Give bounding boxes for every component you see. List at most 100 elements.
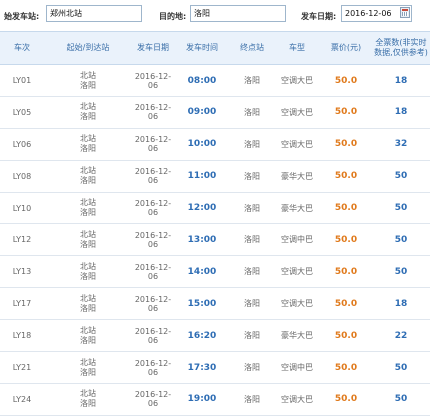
ticket-price: 50.0: [334, 75, 358, 86]
from-station-input[interactable]: [46, 5, 142, 22]
bus-code: LY13: [12, 267, 32, 277]
ticket-price: 50.0: [334, 266, 358, 277]
departure-date: 2016-12-06: [134, 326, 172, 345]
bus-type: 空调大巴: [281, 139, 313, 149]
bus-code: LY24: [12, 394, 32, 404]
arrival-station: 洛阳: [80, 239, 96, 249]
seat-count: 18: [394, 298, 408, 309]
origin-station: 北站: [80, 293, 96, 303]
seat-count: 50: [394, 203, 408, 214]
departure-time: 14:00: [187, 266, 217, 277]
terminal-station: 洛阳: [244, 203, 260, 213]
bus-code: LY10: [12, 203, 32, 213]
departure-date: 2016-12-06: [134, 103, 172, 122]
departure-time: 08:00: [187, 75, 217, 86]
departure-date: 2016-12-06: [134, 390, 172, 409]
bus-code: LY08: [12, 171, 32, 181]
departure-time: 12:00: [187, 203, 217, 214]
table-header: 车次 起始/到达站 发车日期 发车时间 终点站 车型 票价(元) 全票数(非实时…: [0, 31, 430, 65]
table-row[interactable]: LY21 北站 洛阳 2016-12-06 17:30 洛阳 空调中巴 50.0 …: [0, 352, 430, 384]
bus-type: 空调大巴: [281, 299, 313, 309]
departure-date: 2016-12-06: [134, 167, 172, 186]
origin-station: 北站: [80, 102, 96, 112]
bus-code: LY06: [12, 139, 32, 149]
departure-date: 2016-12-06: [134, 358, 172, 377]
terminal-station: 洛阳: [244, 235, 260, 245]
table-row[interactable]: LY06 北站 洛阳 2016-12-06 10:00 洛阳 空调大巴 50.0 …: [0, 128, 430, 161]
table-row[interactable]: LY17 北站 洛阳 2016-12-06 15:00 洛阳 空调大巴 50.0 …: [0, 288, 430, 321]
schedule-table-body: LY01 北站 洛阳 2016-12-06 08:00 洛阳 空调大巴 50.0 …: [0, 65, 430, 416]
station-cell: 北站 洛阳: [44, 161, 132, 192]
ticket-price: 50.0: [334, 139, 358, 150]
origin-station: 北站: [80, 229, 96, 239]
bus-type: 空调大巴: [281, 107, 313, 117]
header-stations: 起始/到达站: [66, 43, 110, 52]
table-row[interactable]: LY08 北站 洛阳 2016-12-06 11:00 洛阳 豪华大巴 50.0 …: [0, 160, 430, 193]
terminal-station: 洛阳: [244, 76, 260, 85]
terminal-station: 洛阳: [244, 394, 260, 404]
departure-date: 2016-12-06: [134, 294, 172, 313]
bus-type: 空调大巴: [281, 76, 313, 85]
ticket-price: 50.0: [334, 234, 358, 245]
ticket-price: 50.0: [334, 107, 358, 118]
origin-station: 北站: [80, 70, 96, 80]
seat-count: 18: [394, 107, 408, 118]
seat-count: 50: [394, 234, 408, 245]
destination-input[interactable]: [190, 5, 286, 22]
bus-code: LY18: [12, 331, 32, 341]
station-cell: 北站 洛阳: [44, 193, 132, 224]
header-terminal: 终点站: [240, 43, 264, 52]
terminal-station: 洛阳: [244, 299, 260, 309]
seat-count: 50: [394, 171, 408, 182]
departure-time: 09:00: [187, 107, 217, 118]
origin-station: 北站: [80, 389, 96, 399]
table-row[interactable]: LY13 北站 洛阳 2016-12-06 14:00 洛阳 空调大巴 50.0 …: [0, 256, 430, 289]
station-cell: 北站 洛阳: [44, 352, 132, 383]
station-cell: 北站 洛阳: [44, 97, 132, 128]
station-cell: 北站 洛阳: [44, 320, 132, 351]
arrival-station: 洛阳: [80, 303, 96, 313]
arrival-station: 洛阳: [80, 335, 96, 345]
station-cell: 北站 洛阳: [44, 129, 132, 160]
table-row[interactable]: LY05 北站 洛阳 2016-12-06 09:00 洛阳 空调大巴 50.0 …: [0, 96, 430, 129]
departure-time: 11:00: [187, 171, 217, 182]
seat-count: 18: [394, 75, 408, 86]
bus-type: 空调大巴: [281, 267, 313, 277]
terminal-station: 洛阳: [244, 171, 260, 181]
ticket-price: 50.0: [334, 330, 358, 341]
seat-count: 50: [394, 394, 408, 405]
bus-code: LY21: [12, 363, 32, 373]
station-cell: 北站 洛阳: [44, 288, 132, 319]
departure-time: 17:30: [187, 362, 217, 373]
table-row[interactable]: LY12 北站 洛阳 2016-12-06 13:00 洛阳 空调中巴 50.0 …: [0, 224, 430, 257]
calendar-icon[interactable]: [400, 7, 410, 18]
ticket-price: 50.0: [334, 362, 358, 373]
origin-station: 北站: [80, 166, 96, 176]
table-row[interactable]: LY18 北站 洛阳 2016-12-06 16:20 洛阳 豪华大巴 50.0 …: [0, 320, 430, 353]
bus-type: 空调大巴: [281, 394, 313, 404]
origin-station: 北站: [80, 357, 96, 367]
departure-date: 2016-12-06: [134, 262, 172, 281]
bus-type: 豪华大巴: [281, 203, 313, 213]
header-date: 发车日期: [137, 43, 169, 52]
seat-count: 22: [394, 330, 408, 341]
ticket-price: 50.0: [334, 394, 358, 405]
departure-time: 16:20: [187, 330, 217, 341]
table-row[interactable]: LY01 北站 洛阳 2016-12-06 08:00 洛阳 空调大巴 50.0 …: [0, 65, 430, 97]
arrival-station: 洛阳: [80, 367, 96, 377]
bus-code: LY12: [12, 235, 32, 245]
station-cell: 北站 洛阳: [44, 384, 132, 415]
search-bar: 始发车站: 目的地: 发车日期:: [0, 0, 430, 31]
seat-count: 50: [394, 362, 408, 373]
station-cell: 北站 洛阳: [44, 224, 132, 255]
station-cell: 北站 洛阳: [44, 256, 132, 287]
seat-count: 50: [394, 266, 408, 277]
arrival-station: 洛阳: [80, 144, 96, 154]
header-price: 票价(元): [330, 43, 362, 52]
ticket-price: 50.0: [334, 298, 358, 309]
departure-date: 2016-12-06: [134, 230, 172, 249]
table-row[interactable]: LY10 北站 洛阳 2016-12-06 12:00 洛阳 豪华大巴 50.0 …: [0, 192, 430, 225]
bus-code: LY01: [12, 76, 32, 85]
bus-type: 豪华大巴: [281, 331, 313, 341]
header-bus-type: 车型: [289, 43, 305, 52]
